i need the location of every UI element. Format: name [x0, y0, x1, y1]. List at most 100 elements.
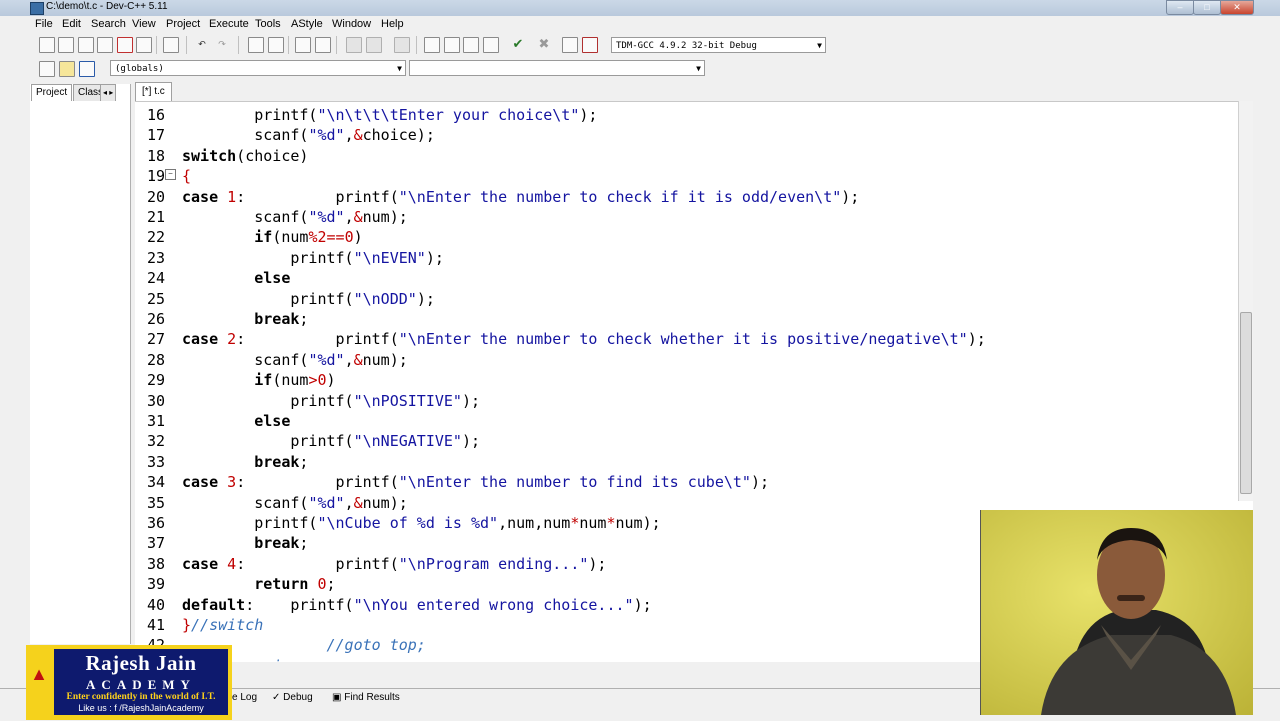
class-browser-toolbar: (globals) ▼ ▼: [30, 58, 1252, 82]
line-number: 21: [146, 208, 165, 226]
toolbar-separator: [156, 36, 157, 54]
close-button[interactable]: ✕: [1220, 0, 1254, 15]
open-file-icon[interactable]: [58, 37, 74, 53]
profile-chart-icon[interactable]: [562, 37, 578, 53]
chevron-down-icon: ▼: [696, 64, 701, 73]
rebuild-all-icon[interactable]: [483, 37, 499, 53]
line-number: 16: [146, 106, 165, 124]
find-icon[interactable]: [248, 37, 264, 53]
menu-tools[interactable]: Tools: [255, 18, 281, 30]
main-toolbar: ↶ ↷ ✔ ✖ TDM-GCC 4.9.2 32-bit Debug ▼: [30, 34, 1252, 58]
academy-logo: ▲ Rajesh Jain ACADEMY Enter confidently …: [26, 645, 232, 720]
menu-window[interactable]: Window: [332, 18, 371, 30]
redo-icon[interactable]: ↷: [215, 37, 229, 51]
menu-astyle[interactable]: AStyle: [291, 18, 323, 30]
window-title: C:\demo\t.c - Dev-C++ 5.11: [46, 1, 168, 12]
presenter-image: [1041, 528, 1236, 715]
menu-search[interactable]: Search: [91, 18, 126, 30]
minimize-button[interactable]: –: [1166, 0, 1194, 15]
line-number: 27: [146, 330, 165, 349]
logo-academy: ACADEMY: [86, 677, 196, 692]
chevron-down-icon: ▼: [397, 64, 402, 73]
scope-select[interactable]: (globals) ▼: [110, 60, 406, 76]
chevron-down-icon: ▼: [817, 41, 822, 50]
run-icon[interactable]: [444, 37, 460, 53]
menu-project[interactable]: Project: [166, 18, 200, 30]
debug-icon: ✓: [272, 692, 284, 703]
line-number: 25: [146, 289, 165, 308]
goto-bookmark-icon[interactable]: [79, 61, 95, 77]
menu-execute[interactable]: Execute: [209, 18, 249, 30]
goto-line-icon[interactable]: [295, 37, 311, 53]
undo-icon[interactable]: ↶: [195, 37, 209, 51]
code-line: scanf("%d",&num);: [182, 493, 408, 512]
close-file-icon[interactable]: [117, 37, 133, 53]
tab-project[interactable]: Project: [31, 84, 73, 101]
code-line: printf("\n\t\t\tEnter your choice\t");: [182, 106, 598, 124]
academy-mark-icon: ▲: [30, 664, 48, 684]
line-number: 24: [146, 269, 165, 288]
menu-file[interactable]: File: [35, 18, 53, 30]
stop-execution-icon[interactable]: ✖: [537, 37, 551, 51]
code-line: break;: [254, 310, 309, 328]
line-number: 40: [146, 595, 165, 614]
line-number: 35: [146, 493, 165, 512]
code-line: case 1: printf("\nEnter the number to ch…: [182, 187, 860, 206]
new-file-icon[interactable]: [39, 37, 55, 53]
code-line: printf("\nPOSITIVE");: [182, 391, 481, 410]
tab-debug[interactable]: ✓ Debug: [268, 690, 317, 706]
code-line: {: [182, 167, 192, 186]
line-number: 38: [146, 554, 165, 573]
line-number: 26: [146, 310, 165, 328]
compile-run-icon[interactable]: [463, 37, 479, 53]
scrollbar-thumb[interactable]: [1240, 312, 1252, 494]
line-number: 28: [146, 350, 165, 369]
toggle-bookmark-icon[interactable]: [59, 61, 75, 77]
code-line: default: printf("\nYou entered wrong cho…: [182, 595, 652, 614]
menu-view[interactable]: View: [132, 18, 156, 30]
code-line: case 2: printf("\nEnter the number to ch…: [182, 330, 986, 349]
tab-find-results[interactable]: ▣ Find Results: [328, 690, 404, 706]
toolbar-separator: [416, 36, 417, 54]
menu-help[interactable]: Help: [381, 18, 404, 30]
compiler-select[interactable]: TDM-GCC 4.9.2 32-bit Debug ▼: [611, 37, 826, 53]
line-number: 29: [146, 371, 165, 390]
fullscreen-icon[interactable]: [315, 37, 331, 53]
toggle-comment-icon[interactable]: [394, 37, 410, 53]
code-line: printf("\nODD");: [182, 289, 435, 308]
logo-social: Like us : f /RajeshJainAcademy: [78, 703, 204, 713]
code-line: scanf("%d",&choice);: [182, 126, 435, 145]
print-icon[interactable]: [163, 37, 179, 53]
symbol-select[interactable]: ▼: [409, 60, 705, 76]
syntax-check-icon[interactable]: ✔: [511, 37, 525, 51]
line-number-gutter: 16 17 18 19 20 21 22 23 24 25 26 27 28 29 30 31 32 33 34 35…: [135, 102, 165, 662]
line-number: 18: [146, 146, 165, 165]
delete-profile-icon[interactable]: [582, 37, 598, 53]
line-number: 19: [146, 167, 165, 186]
toolbar-separator: [238, 36, 239, 54]
maximize-button[interactable]: □: [1193, 0, 1221, 15]
logo-tagline: Enter confidently in the world of I.T.: [66, 692, 216, 702]
line-number: 32: [146, 432, 165, 451]
unindent-icon[interactable]: [366, 37, 382, 53]
indent-icon[interactable]: [346, 37, 362, 53]
code-line: if(num>0): [254, 371, 336, 390]
compile-icon[interactable]: [424, 37, 440, 53]
insert-icon[interactable]: [39, 61, 55, 77]
save-all-icon[interactable]: [97, 37, 113, 53]
line-number: 36: [146, 514, 165, 532]
fold-collapse-icon[interactable]: −: [165, 169, 176, 180]
code-line: printf("\nNEGATIVE");: [182, 432, 481, 451]
close-all-icon[interactable]: [136, 37, 152, 53]
code-line: printf("\nEVEN");: [182, 248, 444, 267]
code-line: case 3: printf("\nEnter the number to fi…: [182, 473, 770, 492]
menu-edit[interactable]: Edit: [62, 18, 81, 30]
tab-compile-log[interactable]: e Log: [228, 690, 261, 706]
replace-icon[interactable]: [268, 37, 284, 53]
menu-bar: File Edit Search View Project Execute To…: [0, 16, 1280, 34]
save-icon[interactable]: [78, 37, 94, 53]
code-line: scanf("%d",&num);: [182, 208, 408, 226]
tab-editor-file[interactable]: [*] t.c: [135, 82, 172, 101]
panel-nav-arrows[interactable]: ◂ ▸: [100, 84, 117, 101]
line-number: 20: [146, 187, 165, 206]
